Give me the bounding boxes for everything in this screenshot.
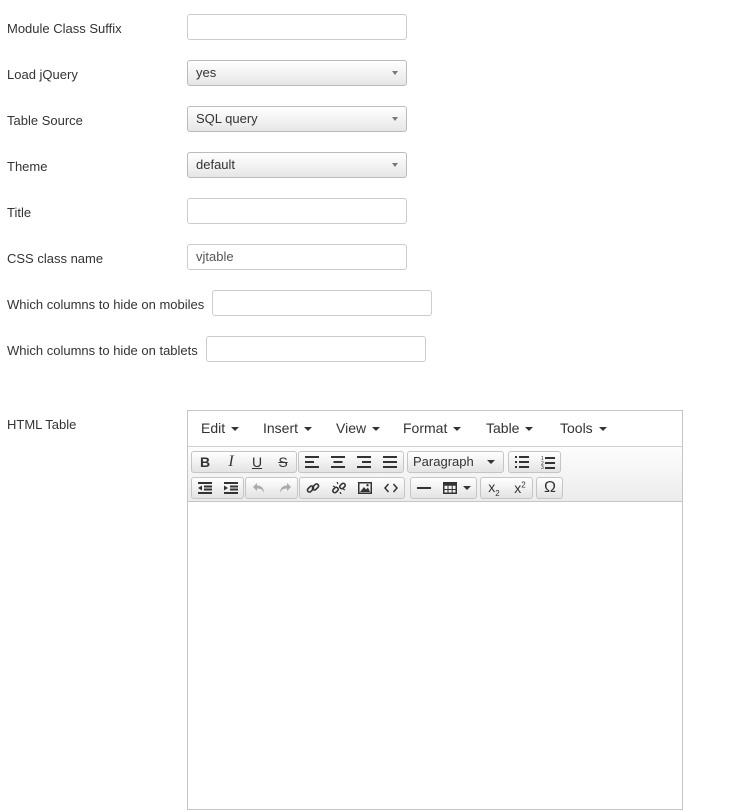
row-table-source: Table Source SQL query bbox=[0, 106, 745, 134]
subscript-icon[interactable]: x2 bbox=[481, 478, 507, 498]
editor-menubar: Edit Insert View Format Table Tools bbox=[188, 411, 682, 447]
omega-icon[interactable]: Ω bbox=[537, 478, 563, 498]
editor-content-area[interactable] bbox=[188, 502, 682, 809]
menu-format[interactable]: Format bbox=[403, 420, 462, 436]
caret-down-icon bbox=[453, 427, 462, 432]
hide-mobiles-label: Which columns to hide on mobiles bbox=[7, 297, 205, 312]
numbered-list-icon[interactable]: 123 bbox=[535, 452, 561, 472]
history-group bbox=[245, 477, 298, 499]
chevron-down-icon bbox=[392, 163, 398, 167]
align-right-icon[interactable] bbox=[351, 452, 377, 472]
superscript-icon[interactable]: x2 bbox=[507, 478, 533, 498]
html-table-label: HTML Table bbox=[7, 417, 77, 432]
hide-tablets-label: Which columns to hide on tablets bbox=[7, 343, 198, 358]
format-select-value: Paragraph bbox=[413, 454, 474, 469]
row-module-class-suffix: Module Class Suffix bbox=[0, 14, 745, 42]
table-source-select[interactable]: SQL query bbox=[187, 106, 407, 132]
indent-group bbox=[191, 477, 244, 499]
menu-edit[interactable]: Edit bbox=[201, 420, 240, 436]
html-table-editor: Edit Insert View Format Table Tools B I … bbox=[187, 410, 683, 810]
table-icon[interactable] bbox=[437, 478, 477, 498]
align-group bbox=[298, 451, 404, 473]
hr-table-group bbox=[410, 477, 477, 499]
svg-text:3: 3 bbox=[541, 465, 544, 469]
bullet-list-icon[interactable] bbox=[509, 452, 535, 472]
hide-tablets-input[interactable] bbox=[206, 336, 426, 362]
module-class-suffix-label: Module Class Suffix bbox=[7, 21, 122, 36]
load-jquery-select[interactable]: yes bbox=[187, 60, 407, 86]
bold-icon[interactable]: B bbox=[192, 452, 218, 472]
row-css-class-name: CSS class name vjtable bbox=[0, 244, 745, 272]
chevron-down-icon bbox=[392, 71, 398, 75]
row-hide-tablets: Which columns to hide on tablets bbox=[0, 336, 745, 364]
editor-toolbar: B I U S Paragraph 1 2 3 x2 x2 Ω bbox=[188, 447, 682, 502]
link-icon[interactable] bbox=[300, 478, 326, 498]
list-group: 123 bbox=[508, 451, 561, 473]
css-class-name-label: CSS class name bbox=[7, 251, 104, 266]
align-justify-icon[interactable] bbox=[377, 452, 403, 472]
menu-table[interactable]: Table bbox=[486, 420, 534, 436]
caret-down-icon bbox=[372, 427, 381, 432]
menu-insert[interactable]: Insert bbox=[263, 420, 313, 436]
text-style-group: B I U S bbox=[191, 451, 297, 473]
module-class-suffix-input[interactable] bbox=[187, 14, 407, 40]
caret-down-icon bbox=[304, 427, 313, 432]
insert-group bbox=[299, 477, 405, 499]
row-load-jquery: Load jQuery yes bbox=[0, 60, 745, 88]
load-jquery-label: Load jQuery bbox=[7, 67, 78, 82]
menu-view[interactable]: View bbox=[336, 420, 381, 436]
redo-icon[interactable] bbox=[272, 478, 298, 498]
unlink-icon[interactable] bbox=[326, 478, 352, 498]
caret-down-icon bbox=[231, 427, 240, 432]
align-left-icon[interactable] bbox=[299, 452, 325, 472]
format-select[interactable]: Paragraph bbox=[407, 451, 504, 473]
table-source-label: Table Source bbox=[7, 113, 83, 128]
chevron-down-icon bbox=[392, 117, 398, 121]
load-jquery-value: yes bbox=[196, 65, 217, 80]
undo-icon[interactable] bbox=[246, 478, 272, 498]
row-title: Title bbox=[0, 198, 745, 226]
hide-mobiles-input[interactable] bbox=[212, 290, 432, 316]
theme-select[interactable]: default bbox=[187, 152, 407, 178]
theme-label: Theme bbox=[7, 159, 48, 174]
horizontal-rule-icon[interactable] bbox=[411, 478, 437, 498]
caret-down-icon bbox=[487, 460, 495, 464]
caret-down-icon bbox=[598, 427, 607, 432]
underline-icon[interactable]: U bbox=[244, 452, 270, 472]
indent-icon[interactable] bbox=[218, 478, 244, 498]
row-theme: Theme default bbox=[0, 152, 745, 180]
title-label: Title bbox=[7, 205, 32, 220]
outdent-icon[interactable] bbox=[192, 478, 218, 498]
caret-down-icon bbox=[525, 427, 534, 432]
strikethrough-icon[interactable]: S bbox=[270, 452, 296, 472]
css-class-name-input[interactable]: vjtable bbox=[187, 244, 407, 270]
title-input[interactable] bbox=[187, 198, 407, 224]
theme-value: default bbox=[196, 157, 236, 172]
menu-tools[interactable]: Tools bbox=[560, 420, 607, 436]
table-source-value: SQL query bbox=[196, 111, 258, 126]
script-group: x2 x2 bbox=[480, 477, 533, 499]
caret-down-icon bbox=[463, 486, 471, 490]
charmap-group: Ω bbox=[536, 477, 563, 499]
align-center-icon[interactable] bbox=[325, 452, 351, 472]
row-hide-mobiles: Which columns to hide on mobiles bbox=[0, 290, 745, 318]
italic-icon[interactable]: I bbox=[218, 452, 244, 472]
image-icon[interactable] bbox=[352, 478, 378, 498]
code-icon[interactable] bbox=[378, 478, 404, 498]
